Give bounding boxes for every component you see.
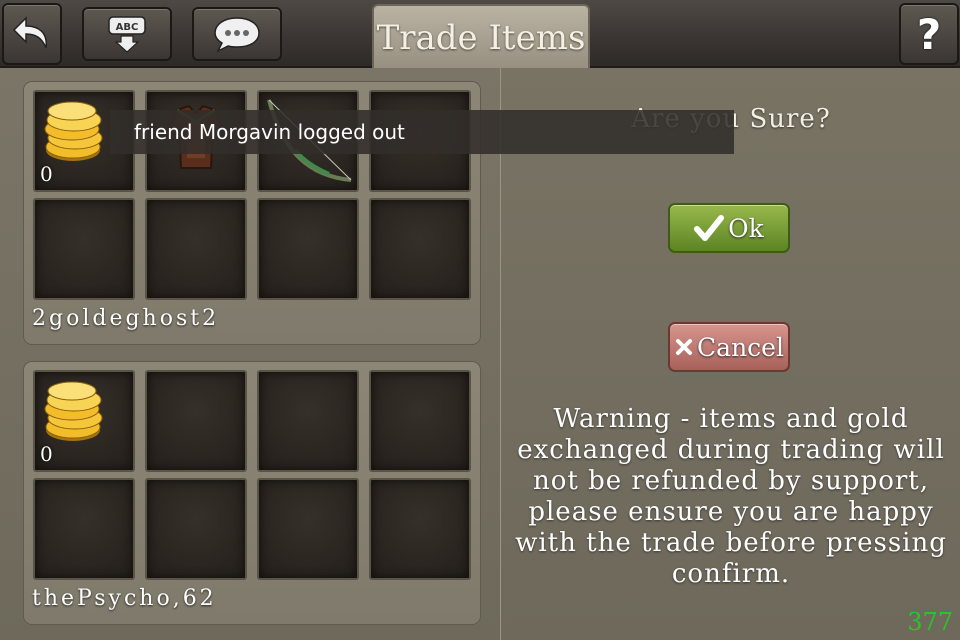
player1-name: 2goldeghost2 xyxy=(32,306,220,331)
help-icon: ? xyxy=(916,9,942,59)
keyboard-abc-icon: ABC xyxy=(108,16,146,53)
slot-7[interactable] xyxy=(257,478,359,580)
x-icon xyxy=(676,339,693,355)
cancel-button[interactable]: Cancel xyxy=(668,322,790,372)
slot-1[interactable]: 0 xyxy=(33,370,135,472)
tab-trade-items[interactable]: Trade Items xyxy=(372,4,590,70)
top-bar: ABC Trade Items ? xyxy=(0,0,960,70)
tab-title: Trade Items xyxy=(376,18,586,58)
help-button[interactable]: ? xyxy=(899,3,959,65)
player2-name: thePsycho,62 xyxy=(32,586,217,611)
slot-5[interactable] xyxy=(33,198,135,300)
chat-bubble-icon xyxy=(214,17,260,53)
notification-toast: friend Morgavin logged out xyxy=(110,110,734,154)
keyboard-button[interactable]: ABC xyxy=(82,7,172,61)
notification-text: friend Morgavin logged out xyxy=(134,120,405,144)
slot-4[interactable] xyxy=(369,370,471,472)
chat-button[interactable] xyxy=(192,7,282,61)
keyboard-label: ABC xyxy=(116,22,139,33)
ok-button[interactable]: Ok xyxy=(668,203,790,253)
slot-5[interactable] xyxy=(33,478,135,580)
slot-8[interactable] xyxy=(369,478,471,580)
gold-quantity: 0 xyxy=(40,162,53,186)
slot-8[interactable] xyxy=(369,198,471,300)
counter-value: 377 xyxy=(907,608,953,636)
slot-3[interactable] xyxy=(257,370,359,472)
back-arrow-icon xyxy=(12,16,47,49)
slot-6[interactable] xyxy=(145,478,247,580)
gold-quantity: 0 xyxy=(40,442,53,466)
slot-7[interactable] xyxy=(257,198,359,300)
player2-panel: 0 thePsycho,62 xyxy=(24,362,480,624)
slot-6[interactable] xyxy=(145,198,247,300)
checkmark-icon xyxy=(694,215,725,241)
ok-label: Ok xyxy=(728,213,764,243)
cancel-label: Cancel xyxy=(697,332,784,362)
slot-2[interactable] xyxy=(145,370,247,472)
back-button[interactable] xyxy=(2,3,62,65)
warning-text: Warning - items and gold exchanged durin… xyxy=(515,404,947,589)
